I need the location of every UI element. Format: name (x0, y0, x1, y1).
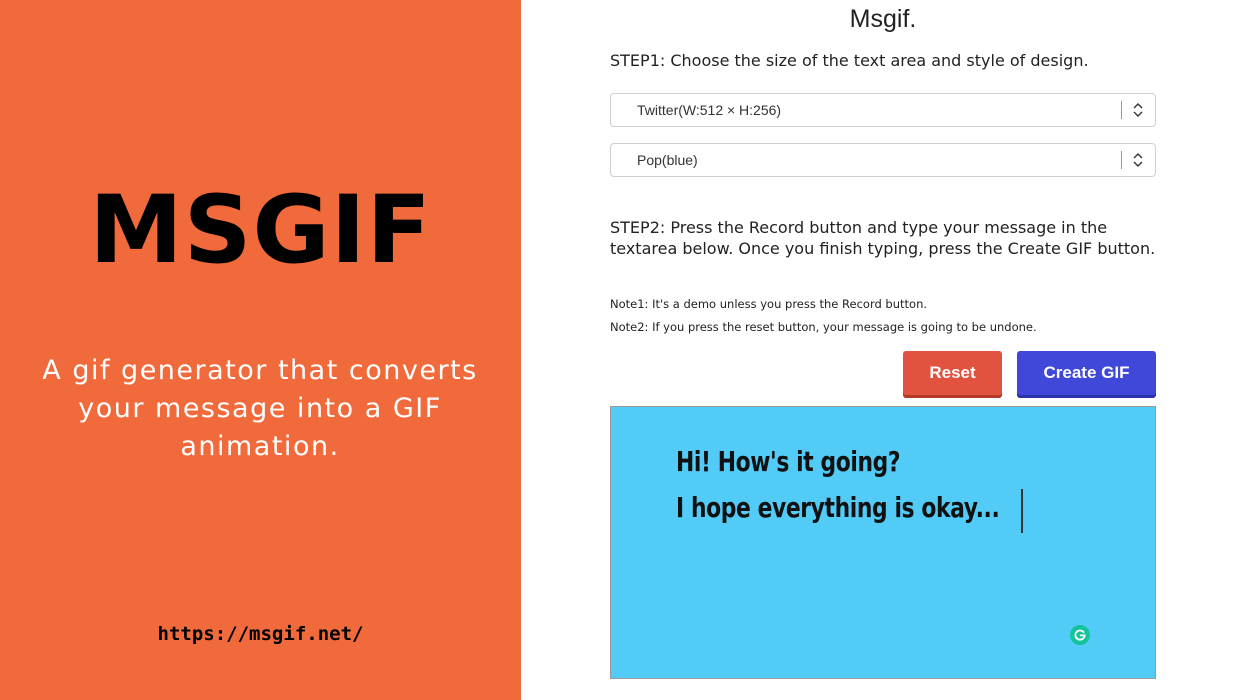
reset-button[interactable]: Reset (903, 351, 1002, 395)
brand-title: MSGIF (89, 176, 432, 285)
message-line-2: I hope everything is okay... (676, 491, 1000, 524)
app-logo: Msgif. (849, 5, 917, 33)
tagline: A gif generator that converts your messa… (42, 355, 478, 462)
message-line-1: Hi! How's it going? (676, 445, 901, 478)
promo-panel: MSGIF A gif generator that converts your… (0, 0, 521, 700)
chevron-up-down-icon (1133, 153, 1143, 167)
note1: Note1: It's a demo unless you press the … (610, 297, 928, 311)
chevron-up-down-icon (1133, 103, 1143, 117)
step1-instruction: STEP1: Choose the size of the text area … (610, 51, 1089, 70)
note2: Note2: If you press the reset button, yo… (610, 320, 1037, 334)
select-divider (1121, 151, 1122, 169)
site-url: https://msgif.net/ (157, 623, 364, 645)
text-caret (1021, 489, 1023, 533)
size-select[interactable]: Twitter(W:512 × H:256) (610, 93, 1156, 127)
style-select-value: Pop(blue) (637, 152, 698, 168)
style-select[interactable]: Pop(blue) (610, 143, 1156, 177)
select-divider (1121, 101, 1122, 119)
message-textarea[interactable]: Hi! How's it going? I hope everything is… (610, 406, 1156, 679)
create-gif-button[interactable]: Create GIF (1017, 351, 1156, 395)
step2-instruction: STEP2: Press the Record button and type … (610, 218, 1156, 258)
size-select-value: Twitter(W:512 × H:256) (637, 102, 782, 118)
grammarly-icon[interactable] (1070, 625, 1090, 645)
